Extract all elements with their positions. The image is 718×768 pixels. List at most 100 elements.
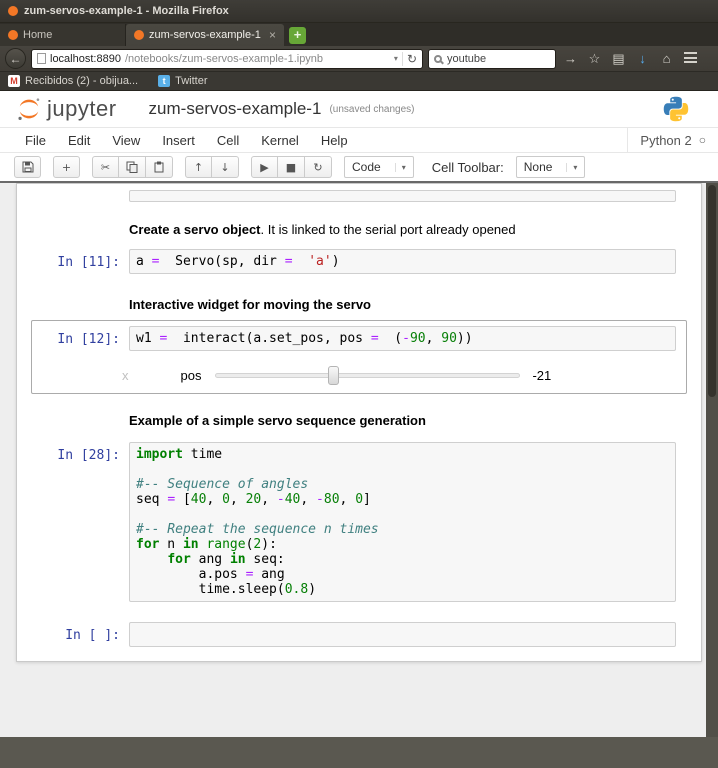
markdown-cell[interactable]: Example of a simple servo sequence gener… <box>31 406 687 432</box>
cell-prompt <box>37 293 129 313</box>
cell-type-select[interactable]: Code ▾ <box>344 156 414 178</box>
jupyter-favicon <box>134 30 144 40</box>
bookmark-star-icon[interactable]: ☆ <box>585 51 604 67</box>
browser-window: zum-servos-example-1 - Mozilla Firefox H… <box>0 0 718 768</box>
menu-kernel[interactable]: Kernel <box>250 133 310 148</box>
code-input[interactable]: import time #-- Sequence of anglesseq = … <box>129 442 676 602</box>
twitter-icon: t <box>158 75 170 87</box>
bookmark-twitter[interactable]: t Twitter <box>158 75 207 87</box>
code-input[interactable]: w1 = interact(a.set_pos, pos = (-90, 90)… <box>129 326 676 351</box>
search-input[interactable]: youtube <box>428 49 556 69</box>
cell-toolbar-select[interactable]: None ▾ <box>516 156 586 178</box>
code-input[interactable]: a = Servo(sp, dir = 'a') <box>129 249 676 274</box>
markdown-text: Create a servo object. It is linked to t… <box>129 218 516 238</box>
bookmarks-bar: M Recibidos (2) - obijua... t Twitter <box>0 72 718 91</box>
cell-prompt <box>37 218 129 238</box>
navigation-toolbar: ← localhost:8890 /notebooks/zum-servos-e… <box>0 46 718 72</box>
paste-icon <box>153 161 165 173</box>
save-button[interactable] <box>14 156 41 178</box>
new-tab-button[interactable]: + <box>289 27 306 44</box>
slider-handle[interactable] <box>328 366 339 385</box>
url-divider <box>402 52 403 66</box>
bookmark-gmail-label: Recibidos (2) - obijua... <box>25 75 138 87</box>
downloads-icon[interactable]: ↓ <box>633 51 652 66</box>
widget-output: x pos -21 <box>32 356 686 393</box>
run-cell-button[interactable]: ▶ <box>251 156 278 178</box>
add-cell-button[interactable]: + <box>53 156 80 178</box>
scrollbar-track[interactable] <box>706 183 718 737</box>
tab-home[interactable]: Home <box>0 24 126 46</box>
clipped-cell <box>31 189 687 203</box>
jupyter-logo-text[interactable]: jupyter <box>47 96 117 122</box>
cell-prompt <box>37 409 129 429</box>
bookmark-gmail[interactable]: M Recibidos (2) - obijua... <box>8 75 138 87</box>
markdown-cell[interactable]: Create a servo object. It is linked to t… <box>31 215 687 241</box>
menu-edit[interactable]: Edit <box>57 133 101 148</box>
url-dropdown-icon[interactable]: ▾ <box>394 54 398 63</box>
cell-prompt: In [28]: <box>37 442 129 602</box>
empty-code-cell[interactable]: In [ ]: <box>31 616 687 653</box>
window-title: zum-servos-example-1 - Mozilla Firefox <box>24 5 229 17</box>
url-path: /notebooks/zum-servos-example-1.ipynb <box>125 53 390 65</box>
save-icon <box>22 161 34 173</box>
interrupt-kernel-button[interactable]: ■ <box>278 156 305 178</box>
reload-icon[interactable]: ↻ <box>407 52 417 66</box>
bookmark-twitter-label: Twitter <box>175 75 207 87</box>
code-cell-12-selected[interactable]: In [12]: w1 = interact(a.set_pos, pos = … <box>31 320 687 394</box>
go-arrow-icon[interactable]: → <box>561 51 580 66</box>
widget-close-icon[interactable]: x <box>122 368 129 383</box>
cell-prompt: In [ ]: <box>37 622 129 647</box>
window-titlebar: zum-servos-example-1 - Mozilla Firefox <box>0 0 718 23</box>
move-cell-down-button[interactable]: ↓ <box>212 156 239 178</box>
copy-cell-button[interactable] <box>119 156 146 178</box>
pos-slider[interactable] <box>215 373 520 378</box>
chevron-down-icon: ▾ <box>566 163 577 172</box>
cell-prompt: In [11]: <box>37 249 129 274</box>
slider-value: -21 <box>532 368 551 383</box>
notebook-page: Create a servo object. It is linked to t… <box>16 183 702 662</box>
code-cell-28[interactable]: In [28]: import time #-- Sequence of ang… <box>31 436 687 608</box>
copy-icon <box>126 161 138 173</box>
menu-hamburger-icon[interactable] <box>681 51 700 66</box>
back-button[interactable]: ← <box>5 48 26 69</box>
kernel-info: Python 2 ○ <box>627 128 718 152</box>
desktop-background <box>0 737 718 768</box>
menu-insert[interactable]: Insert <box>151 133 206 148</box>
notebook-area: Create a servo object. It is linked to t… <box>0 183 718 737</box>
jupyter-header: jupyter zum-servos-example-1 (unsaved ch… <box>0 91 718 127</box>
cell-prompt <box>37 190 129 202</box>
menu-file[interactable]: File <box>14 133 57 148</box>
tab-home-label: Home <box>23 29 52 41</box>
tab-active-notebook[interactable]: zum-servos-example-1 × <box>126 24 284 46</box>
cell-prompt: In [12]: <box>37 326 129 351</box>
scrollbar-thumb[interactable] <box>708 185 716 397</box>
chevron-down-icon: ▾ <box>395 163 406 172</box>
cell-toolbar-value: None <box>524 160 553 174</box>
home-icon[interactable]: ⌂ <box>657 51 676 66</box>
tab-bar: Home zum-servos-example-1 × + <box>0 23 718 46</box>
restart-kernel-button[interactable]: ↻ <box>305 156 332 178</box>
move-cell-up-button[interactable]: ↑ <box>185 156 212 178</box>
notebook-save-status: (unsaved changes) <box>329 104 414 115</box>
markdown-cell[interactable]: Interactive widget for moving the servo <box>31 290 687 316</box>
code-input[interactable] <box>129 190 676 202</box>
cell-toolbar-label: Cell Toolbar: <box>432 160 504 175</box>
bookmarks-menu-icon[interactable]: ▤ <box>609 51 628 67</box>
window-icon <box>8 6 18 16</box>
code-input[interactable] <box>129 622 676 647</box>
notebook-toolbar: + ✂ ↑ ↓ ▶ ■ ↻ Code ▾ Cell Toolbar: None <box>0 153 718 183</box>
search-value: youtube <box>447 53 486 65</box>
notebook-title[interactable]: zum-servos-example-1 <box>149 99 322 119</box>
code-cell-11[interactable]: In [11]: a = Servo(sp, dir = 'a') <box>31 243 687 280</box>
menu-help[interactable]: Help <box>310 133 359 148</box>
cut-cell-button[interactable]: ✂ <box>92 156 119 178</box>
paste-cell-button[interactable] <box>146 156 173 178</box>
notebook-menubar: File Edit View Insert Cell Kernel Help P… <box>0 127 718 153</box>
menu-view[interactable]: View <box>101 133 151 148</box>
gmail-icon: M <box>8 75 20 87</box>
jupyter-favicon <box>8 30 18 40</box>
tab-close-icon[interactable]: × <box>269 28 276 42</box>
jupyter-logo-icon <box>16 96 42 122</box>
url-bar[interactable]: localhost:8890 /notebooks/zum-servos-exa… <box>31 49 423 69</box>
menu-cell[interactable]: Cell <box>206 133 250 148</box>
